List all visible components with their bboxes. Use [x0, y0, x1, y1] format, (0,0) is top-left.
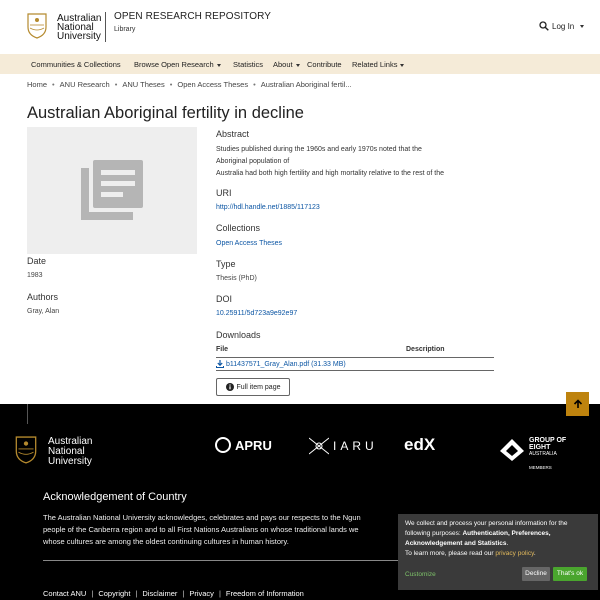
apru-logo[interactable]: APRU	[214, 436, 272, 454]
go8-star-icon	[500, 439, 524, 461]
chevron-down-icon	[580, 24, 585, 28]
accept-button[interactable]: That's ok	[553, 567, 587, 581]
uri-link[interactable]: http://hdl.handle.net/1885/117123	[216, 204, 320, 211]
iaru-mark-icon	[309, 437, 329, 455]
date-value: 1983	[27, 272, 43, 279]
privacy-policy-link[interactable]: privacy policy	[495, 550, 534, 557]
breadcrumb-current: Australian Aboriginal fertil...	[260, 80, 352, 89]
edx-logo[interactable]: edX	[404, 435, 435, 455]
header-divider	[105, 12, 106, 42]
table-row: b11437571_Gray_Alan.pdf (31.33 MB)	[216, 358, 494, 371]
downloads-table-header: File Description	[216, 345, 494, 358]
login-button[interactable]: Log In	[539, 21, 585, 31]
breadcrumb-anu-theses[interactable]: ANU Theses	[122, 80, 164, 89]
file-column-header: File	[216, 346, 229, 353]
anu-wordmark: Australian National University	[57, 13, 102, 42]
authors-label: Authors	[27, 292, 59, 302]
repository-subtitle: Library	[114, 26, 136, 33]
back-to-top-button[interactable]	[566, 392, 589, 416]
collections-label: Collections	[216, 223, 261, 233]
footer-link-disclaimer[interactable]: Disclaimer	[142, 589, 177, 598]
go8-logo[interactable]: GROUP OF EIGHT AUSTRALIA MEMBERS	[498, 437, 566, 471]
repository-title[interactable]: OPEN RESEARCH REPOSITORY	[114, 11, 271, 22]
doi-label: DOI	[216, 294, 233, 304]
iaru-logo[interactable]: IARU	[309, 437, 378, 455]
decline-button[interactable]: Decline	[522, 567, 550, 581]
chevron-down-icon	[400, 63, 405, 67]
footer-links: Contact ANU | Copyright | Disclaimer | Privacy…	[43, 589, 304, 598]
page-title: Australian Aboriginal fertility in decli…	[27, 104, 304, 122]
footer-anu-logo[interactable]: Australian National University	[14, 436, 92, 469]
collections-link[interactable]: Open Access Theses	[216, 240, 282, 247]
chevron-down-icon	[216, 63, 221, 67]
customize-button[interactable]: Customize	[405, 570, 436, 580]
doi-link[interactable]: 10.25911/5d723a9e92e97	[216, 310, 297, 317]
file-download-link[interactable]: b11437571_Gray_Alan.pdf (31.33 MB)	[216, 360, 346, 368]
full-item-page-button[interactable]: Full item page	[216, 378, 290, 396]
abstract-text: Studies published during the 1960s and e…	[216, 146, 445, 177]
chevron-down-icon	[295, 63, 300, 67]
downloads-label: Downloads	[216, 330, 261, 340]
type-label: Type	[216, 259, 236, 269]
footer-divider	[27, 404, 28, 424]
footer-anu-wordmark: Australian National University	[48, 436, 93, 467]
nav-statistics[interactable]: Statistics	[233, 60, 263, 69]
nav-related-links[interactable]: Related Links	[352, 60, 405, 69]
footer-link-privacy[interactable]: Privacy	[189, 589, 214, 598]
cookie-consent-banner: We collect and process your personal inf…	[398, 514, 598, 590]
arrow-up-icon	[573, 399, 582, 408]
anu-crest-icon	[27, 13, 47, 39]
footer-rule	[43, 560, 413, 561]
document-stack-icon	[81, 160, 143, 220]
authors-value[interactable]: Gray, Alan	[27, 308, 59, 315]
breadcrumb-anu-research[interactable]: ANU Research	[60, 80, 110, 89]
anu-logo[interactable]: Australian National University	[27, 12, 107, 42]
apru-ring-icon	[215, 437, 231, 453]
main-navigation: Communities & Collections Browse Open Re…	[0, 54, 600, 74]
cookie-text: We collect and process your personal inf…	[405, 520, 568, 557]
site-header: Australian National University OPEN RESE…	[0, 0, 600, 54]
description-column-header: Description	[406, 346, 445, 353]
login-label: Log In	[552, 21, 575, 31]
date-label: Date	[27, 256, 47, 266]
search-icon[interactable]	[539, 21, 549, 31]
anu-crest-icon	[15, 436, 37, 464]
footer-link-copyright[interactable]: Copyright	[98, 589, 130, 598]
info-circle-icon	[225, 383, 234, 391]
download-icon	[216, 360, 224, 368]
acknowledgement-text: The Australian National University ackno…	[43, 513, 361, 546]
breadcrumb-open-access-theses[interactable]: Open Access Theses	[177, 80, 248, 89]
nav-about[interactable]: About	[273, 60, 300, 69]
footer-link-contact[interactable]: Contact ANU	[43, 589, 86, 598]
nav-communities-collections[interactable]: Communities & Collections	[31, 60, 121, 69]
downloads-table: File Description b11437571_Gray_Alan.pdf…	[216, 345, 494, 371]
acknowledgement-title: Acknowledgement of Country	[43, 491, 187, 503]
item-thumbnail	[27, 127, 197, 254]
breadcrumb: Home • ANU Research • ANU Theses • Open Access…	[27, 80, 352, 89]
uri-label: URI	[216, 188, 232, 198]
nav-contribute[interactable]: Contribute	[307, 60, 342, 69]
nav-browse-open-research[interactable]: Browse Open Research	[134, 60, 221, 69]
abstract-label: Abstract	[216, 129, 250, 139]
footer-link-foi[interactable]: Freedom of Information	[226, 589, 304, 598]
breadcrumb-home[interactable]: Home	[27, 80, 47, 89]
type-value: Thesis (PhD)	[216, 275, 257, 282]
